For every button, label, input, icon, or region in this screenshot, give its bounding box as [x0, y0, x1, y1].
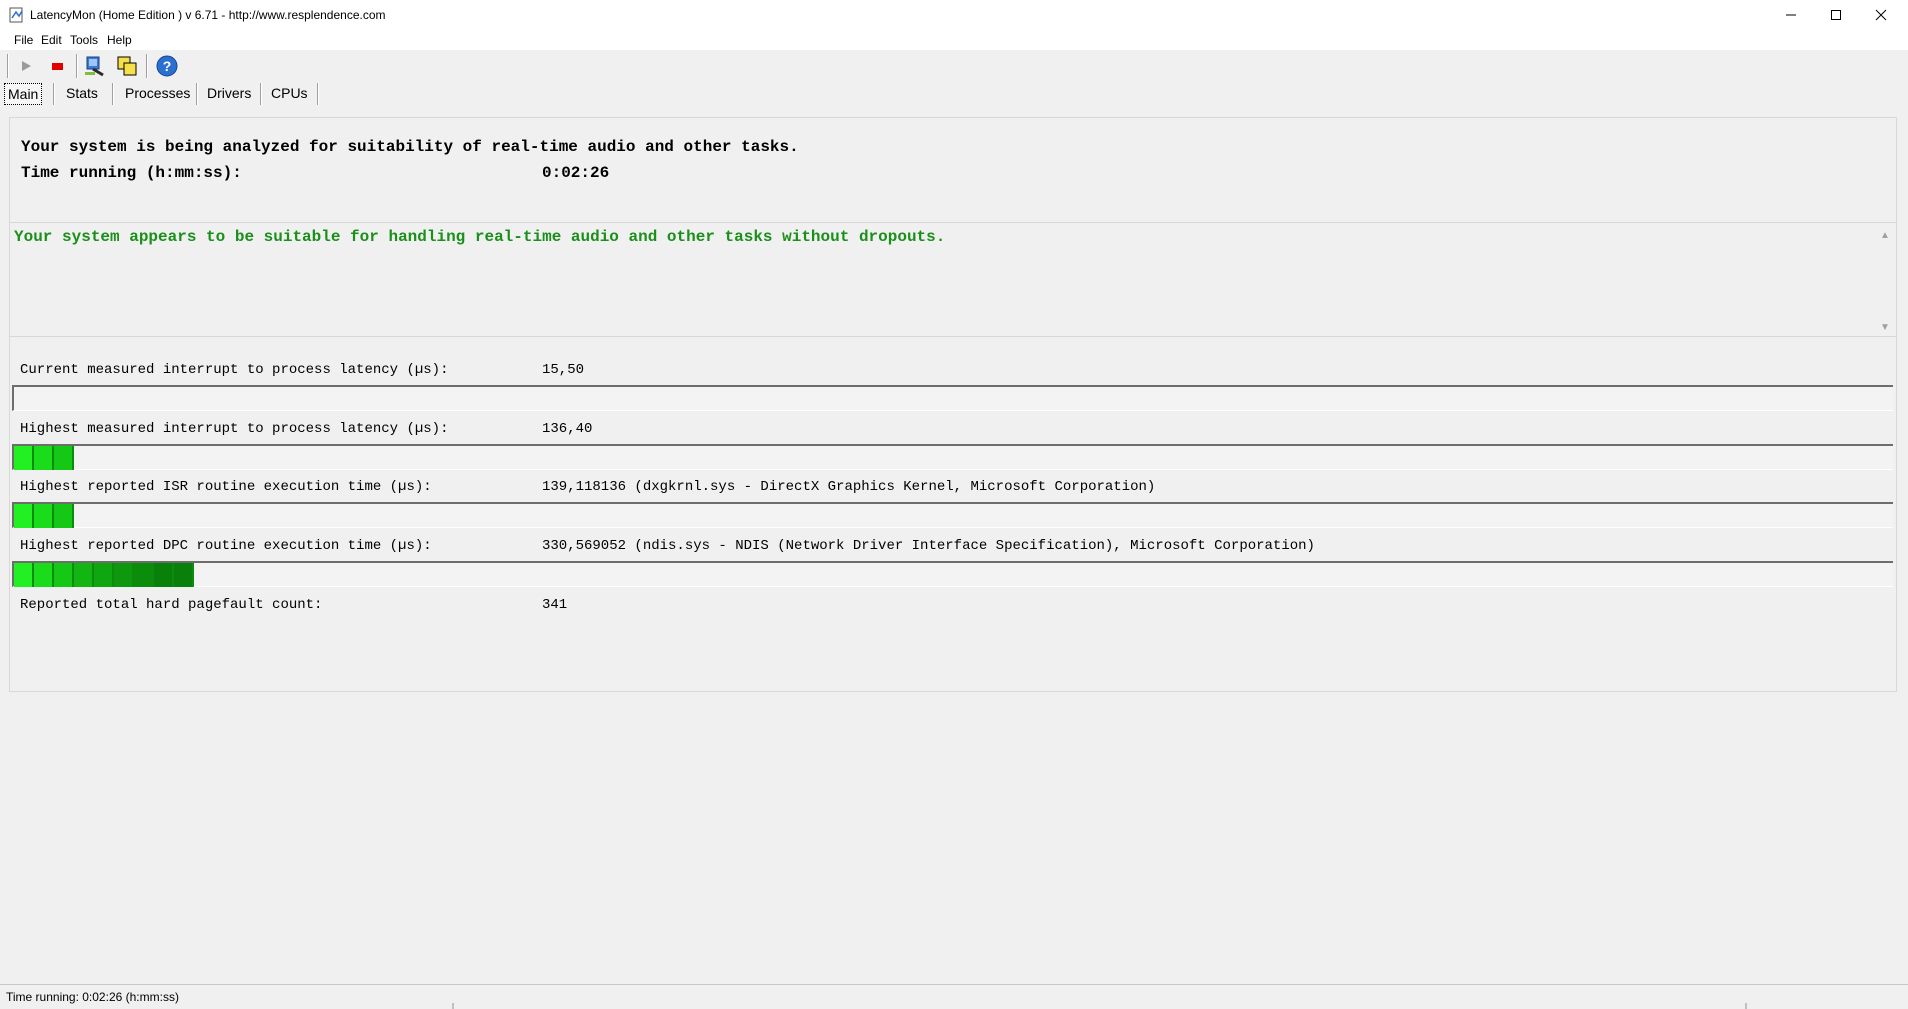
analyze-icon	[85, 56, 104, 77]
pagefault-count-value: 341	[542, 597, 568, 613]
isr-time-bar	[12, 502, 1893, 528]
analyze-button[interactable]	[83, 54, 107, 78]
tab-stats[interactable]: Stats	[63, 83, 101, 103]
title-bar: LatencyMon (Home Edition ) v 6.71 - http…	[0, 0, 1908, 30]
latencymon-app-icon	[9, 7, 23, 23]
level-bar-segment	[114, 563, 134, 587]
level-bar-segment	[54, 563, 74, 587]
close-icon	[1875, 9, 1886, 21]
menu-tools[interactable]: Tools	[70, 33, 98, 47]
isr-time-bar-fill	[14, 504, 74, 528]
windows-icon	[117, 56, 137, 76]
highest-latency-bar-fill	[14, 446, 74, 470]
start-button[interactable]	[14, 54, 38, 78]
tab-main-label: Main	[8, 86, 39, 102]
time-running-value: 0:02:26	[542, 164, 610, 182]
level-bar-segment	[134, 563, 154, 587]
window-title: LatencyMon (Home Edition ) v 6.71 - http…	[30, 8, 386, 22]
menu-file[interactable]: File	[14, 33, 33, 47]
dpc-time-label: Highest reported DPC routine execution t…	[20, 538, 432, 554]
tab-processes[interactable]: Processes	[122, 83, 193, 103]
menu-help[interactable]: Help	[107, 33, 132, 47]
current-latency-bar	[12, 385, 1893, 411]
menu-edit[interactable]: Edit	[41, 33, 62, 47]
level-bar-segment	[74, 563, 94, 587]
analysis-status-text: Your system is being analyzed for suitab…	[21, 138, 799, 156]
level-bar-segment	[54, 504, 74, 528]
isr-time-value: 139,118136 (dxgkrnl.sys - DirectX Graphi…	[542, 479, 1156, 495]
help-icon: ?	[156, 55, 178, 77]
isr-time-label: Highest reported ISR routine execution t…	[20, 479, 432, 495]
status-text: Time running: 0:02:26 (h:mm:ss)	[6, 990, 179, 1004]
close-button[interactable]	[1858, 0, 1903, 30]
level-bar-segment	[34, 504, 54, 528]
windows-button[interactable]	[115, 54, 139, 78]
toolbar: ?	[0, 50, 1908, 82]
stop-icon	[52, 63, 63, 70]
level-bar-segment	[14, 446, 34, 470]
tab-processes-label: Processes	[125, 85, 191, 101]
maximize-button[interactable]	[1813, 0, 1858, 30]
verdict-text: Your system appears to be suitable for h…	[14, 228, 946, 246]
tab-drivers[interactable]: Drivers	[204, 83, 254, 103]
highest-latency-bar	[12, 444, 1893, 470]
level-bar-segment	[34, 446, 54, 470]
pagefault-count-label: Reported total hard pagefault count:	[20, 597, 323, 613]
scroll-up-arrow-icon[interactable]: ▲	[1880, 230, 1890, 241]
level-bar-segment	[14, 563, 34, 587]
tab-cpus-label: CPUs	[271, 85, 308, 101]
dpc-time-bar-fill	[14, 563, 194, 587]
menu-bar: File Edit Tools Help	[0, 30, 1908, 50]
level-bar-segment	[154, 563, 174, 587]
level-bar-segment	[174, 563, 194, 587]
dpc-time-value: 330,569052 (ndis.sys - NDIS (Network Dri…	[542, 538, 1315, 554]
maximize-icon	[1830, 10, 1841, 20]
minimize-button[interactable]	[1768, 0, 1813, 30]
dpc-time-bar	[12, 561, 1893, 587]
level-bar-segment	[94, 563, 114, 587]
current-latency-value: 15,50	[542, 362, 585, 378]
play-icon	[22, 61, 31, 71]
level-bar-segment	[14, 504, 34, 528]
status-bar: Time running: 0:02:26 (h:mm:ss)	[0, 984, 1908, 1009]
tab-strip: Main Stats Processes Drivers CPUs	[0, 80, 1908, 106]
svg-text:?: ?	[163, 58, 172, 74]
stop-button[interactable]	[45, 54, 69, 78]
minimize-icon	[1785, 14, 1796, 16]
tab-stats-label: Stats	[66, 85, 98, 101]
scroll-down-arrow-icon[interactable]: ▼	[1880, 322, 1890, 333]
highest-latency-value: 136,40	[542, 421, 593, 437]
tab-main[interactable]: Main	[4, 83, 43, 105]
tab-drivers-label: Drivers	[207, 85, 252, 101]
current-latency-label: Current measured interrupt to process la…	[20, 362, 449, 378]
help-button[interactable]: ?	[155, 54, 179, 78]
highest-latency-label: Highest measured interrupt to process la…	[20, 421, 449, 437]
time-running-label: Time running (h:mm:ss):	[21, 164, 242, 182]
level-bar-segment	[34, 563, 54, 587]
tab-cpus[interactable]: CPUs	[268, 83, 311, 103]
level-bar-segment	[54, 446, 74, 470]
